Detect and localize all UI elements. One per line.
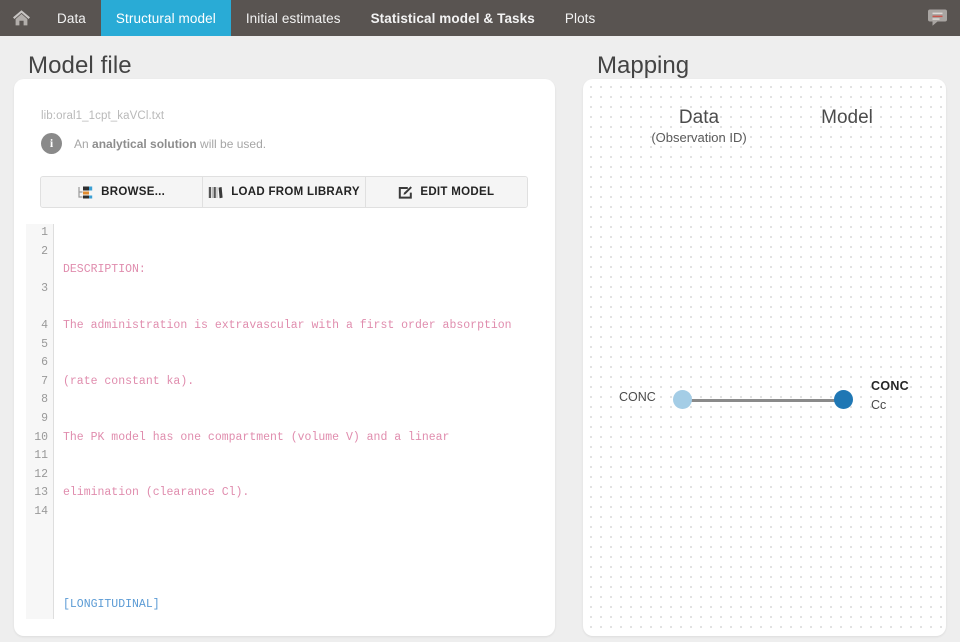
code-line: elimination (clearance Cl). [63,484,543,503]
notice-prefix: An [74,137,92,151]
tab-label: Initial estimates [246,11,341,26]
model-code-editor[interactable]: 1 2 3 4 5 6 7 8 9 10 11 12 13 14 [26,224,543,619]
code-line: (rate constant ka). [63,373,543,392]
mapping-title: Mapping [597,52,689,80]
analytical-solution-text: An analytical solution will be used. [74,137,266,151]
line-number: 3 [26,280,48,299]
code-line [63,540,543,559]
mapping-data-subheading: (Observation ID) [629,130,769,145]
chat-button[interactable] [914,0,960,36]
home-icon [12,9,31,27]
edit-model-button-label: EDIT MODEL [420,186,494,198]
top-navigation-bar: Data Structural model Initial estimates … [0,0,960,36]
tab-plots[interactable]: Plots [550,0,611,36]
mapping-data-variable-label: CONC [619,390,656,404]
tab-structural-model[interactable]: Structural model [101,0,231,36]
model-file-path: lib:oral1_1cpt_kaVCl.txt [41,110,164,122]
mapping-data-node[interactable] [673,390,692,409]
mapping-panel: Mapping Data (Observation ID) Model CONC… [583,58,946,636]
code-text-area[interactable]: DESCRIPTION: The administration is extra… [54,224,543,619]
browse-button-label: BROWSE... [101,186,165,198]
line-number: 2 [26,243,48,262]
load-from-library-button[interactable]: LOAD FROM LIBRARY [203,177,365,207]
tab-initial-estimates[interactable]: Initial estimates [231,0,356,36]
tab-label: Plots [565,11,596,26]
mapping-link-edge[interactable] [689,399,838,402]
pencil-square-icon [398,186,412,199]
load-from-library-button-label: LOAD FROM LIBRARY [231,186,360,198]
notice-strong: analytical solution [92,137,197,151]
browse-button[interactable]: BROWSE... [41,177,203,207]
code-line: DESCRIPTION: [63,261,543,280]
tab-data[interactable]: Data [42,0,101,36]
line-number [26,261,48,280]
mapping-link-row: CONC CONC Cc [583,379,946,419]
line-number: 6 [26,354,48,373]
code-line: The administration is extravascular with… [63,317,543,336]
mapping-model-node[interactable] [834,390,853,409]
line-number: 1 [26,224,48,243]
line-number: 11 [26,447,48,466]
code-line: [LONGITUDINAL] [63,596,543,615]
mapping-model-labels: CONC Cc [871,379,909,412]
mapping-column-data: Data (Observation ID) [629,107,769,145]
mapping-data-heading: Data [629,107,769,129]
tab-label: Statistical model & Tasks [371,11,535,26]
line-number: 13 [26,484,48,503]
line-number: 10 [26,429,48,448]
chat-bubble-icon [927,8,948,28]
model-file-card: lib:oral1_1cpt_kaVCl.txt i An analytical… [14,79,555,636]
line-number: 7 [26,373,48,392]
line-number: 9 [26,410,48,429]
notice-suffix: will be used. [197,137,266,151]
mapping-column-model: Model [787,107,907,129]
line-number: 8 [26,391,48,410]
tab-label: Structural model [116,11,216,26]
info-icon: i [41,133,62,154]
mapping-canvas[interactable]: Data (Observation ID) Model CONC CONC Cc [583,79,946,636]
edit-model-button[interactable]: EDIT MODEL [366,177,527,207]
model-file-panel: Model file lib:oral1_1cpt_kaVCl.txt i An… [14,58,555,636]
mapping-model-observation-label: CONC [871,379,909,393]
page-body: Model file lib:oral1_1cpt_kaVCl.txt i An… [0,36,960,642]
model-file-actions: BROWSE... LOAD FROM LIBRARY [40,176,528,208]
line-number: 5 [26,336,48,355]
analytical-solution-notice: i An analytical solution will be used. [41,133,266,154]
folder-tree-icon [78,186,93,199]
line-number: 14 [26,503,48,522]
books-icon [208,186,223,199]
tab-label: Data [57,11,86,26]
mapping-model-heading: Model [787,107,907,129]
code-line: The PK model has one compartment (volume… [63,429,543,448]
tab-statistical-model-and-tasks[interactable]: Statistical model & Tasks [356,0,550,36]
code-line-number-gutter: 1 2 3 4 5 6 7 8 9 10 11 12 13 14 [26,224,54,619]
model-file-title: Model file [28,52,132,80]
line-number: 12 [26,466,48,485]
line-number: 4 [26,317,48,336]
line-number [26,298,48,317]
home-button[interactable] [0,0,42,36]
mapping-model-variable-label: Cc [871,398,909,412]
